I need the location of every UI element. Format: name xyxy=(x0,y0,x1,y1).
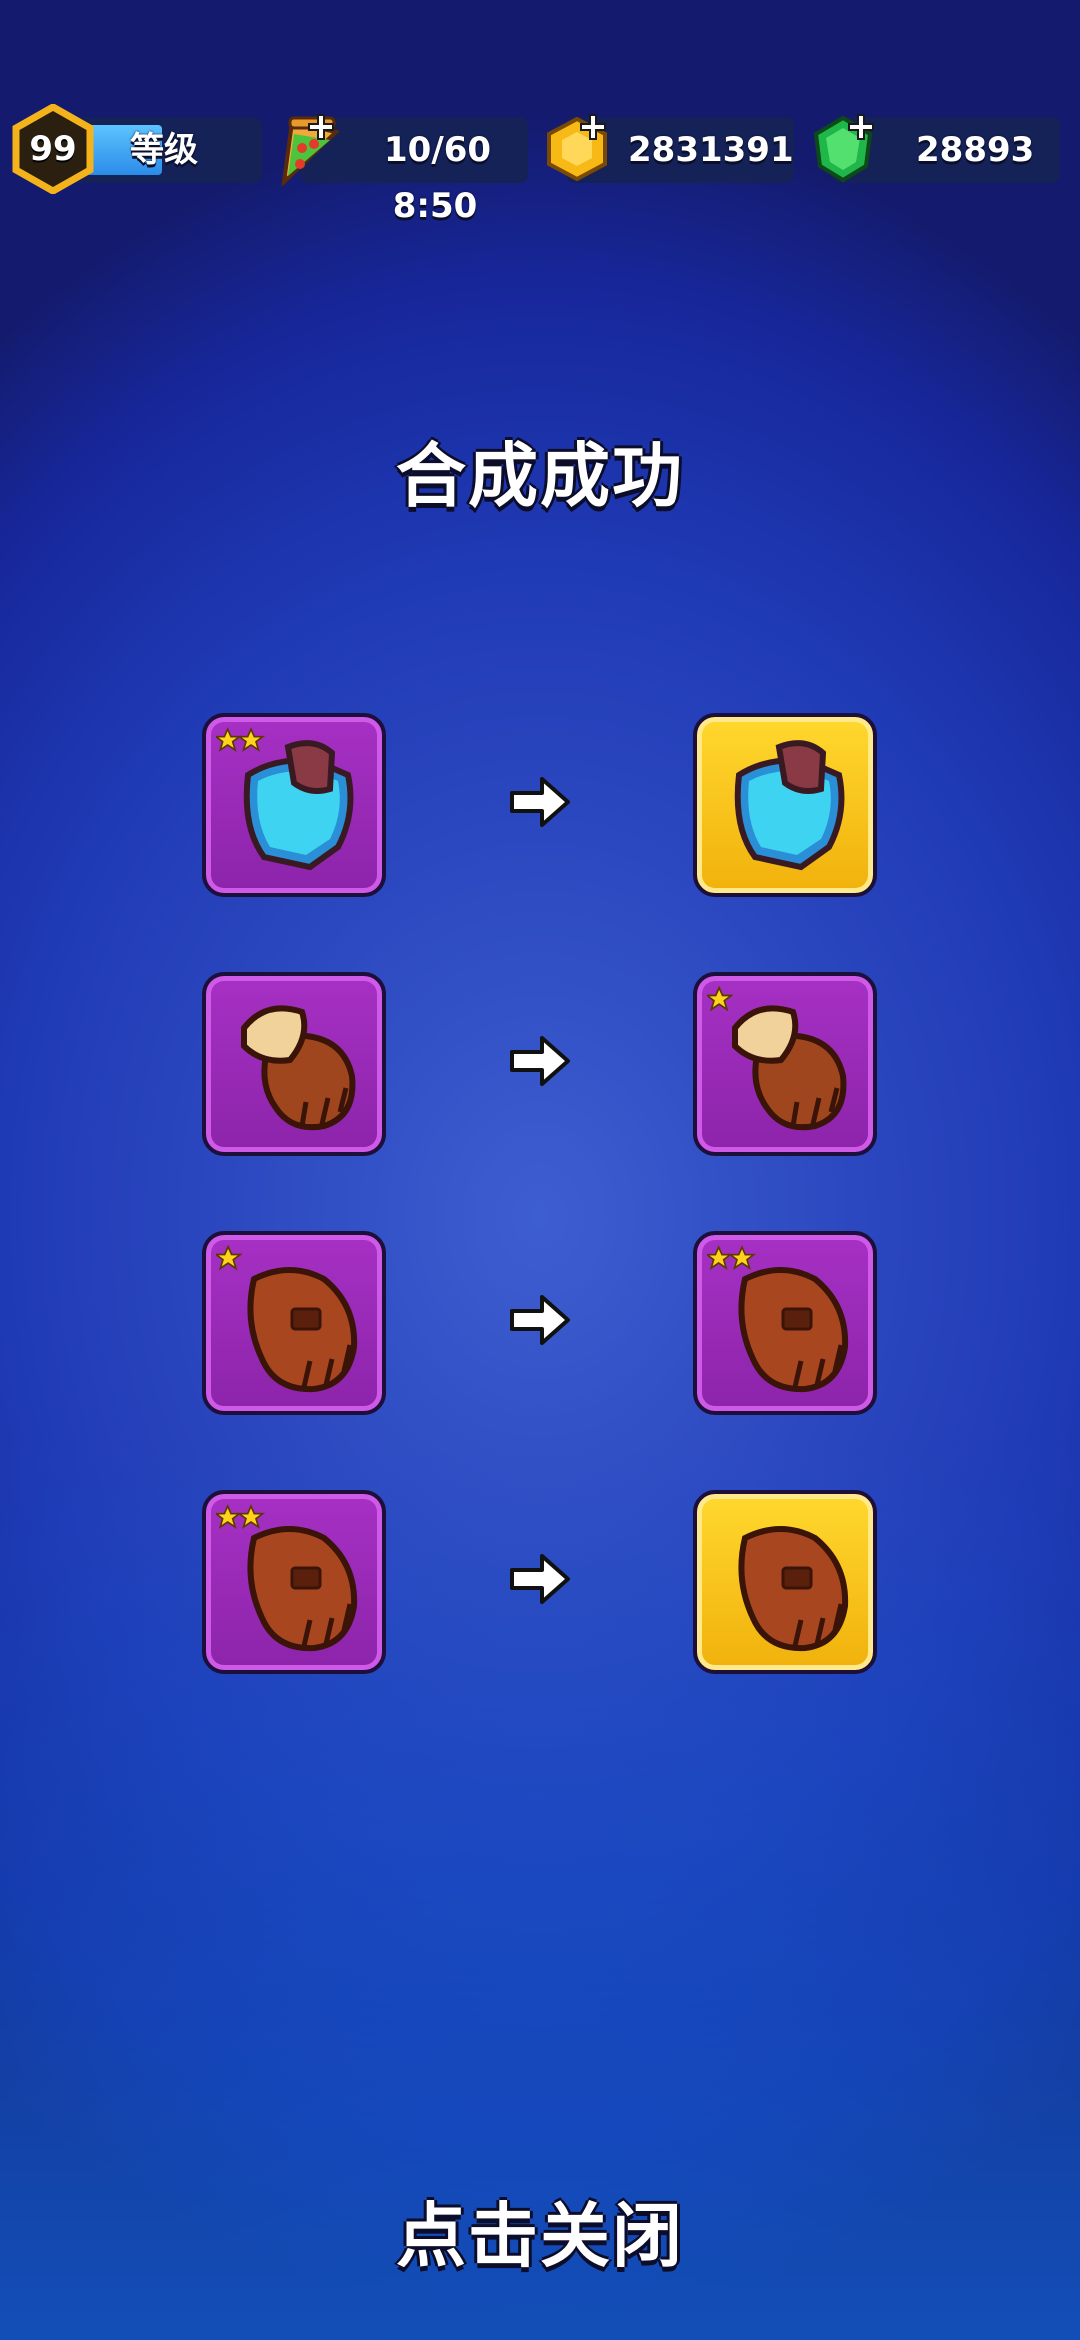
star-rating-2 xyxy=(216,1504,266,1529)
arrow-right-icon xyxy=(510,777,570,827)
star-rating-1 xyxy=(707,985,733,1012)
merge-to-armor[interactable] xyxy=(693,713,877,897)
energy-value: 10/60 xyxy=(384,130,492,170)
add-energy-icon[interactable] xyxy=(306,112,336,142)
armor-icon xyxy=(734,740,845,871)
arrow-right-icon xyxy=(510,1554,570,1604)
fur-glove-icon xyxy=(241,1005,356,1131)
star-rating-1 xyxy=(216,1244,242,1271)
gem-value: 28893 xyxy=(916,130,1035,170)
merge-to-leather-glove[interactable] xyxy=(693,1231,877,1415)
add-gold-icon[interactable] xyxy=(578,112,608,142)
merge-to-fur-glove[interactable] xyxy=(693,972,877,1156)
merge-from-fur-glove[interactable] xyxy=(202,972,386,1156)
leather-glove-icon xyxy=(738,1526,849,1652)
arrow-right-icon xyxy=(510,1295,570,1345)
merge-success-title: 合成成功 xyxy=(396,435,684,517)
merge-from-leather-glove[interactable] xyxy=(202,1490,386,1674)
star-rating-2 xyxy=(707,1245,757,1270)
gold-value: 2831391 xyxy=(628,130,794,170)
arrow-right-icon xyxy=(510,1036,570,1086)
level-label: 等级 xyxy=(130,130,198,170)
tap-to-close-button[interactable]: 点击关闭 xyxy=(0,2180,1080,2281)
star-rating-2 xyxy=(216,727,266,752)
merge-to-leather-glove[interactable] xyxy=(693,1490,877,1674)
level-number: 99 xyxy=(29,129,77,169)
merge-from-leather-glove[interactable] xyxy=(202,1231,386,1415)
energy-timer: 8:50 xyxy=(392,186,478,226)
add-gem-icon[interactable] xyxy=(846,112,876,142)
merge-from-armor[interactable] xyxy=(202,713,386,897)
